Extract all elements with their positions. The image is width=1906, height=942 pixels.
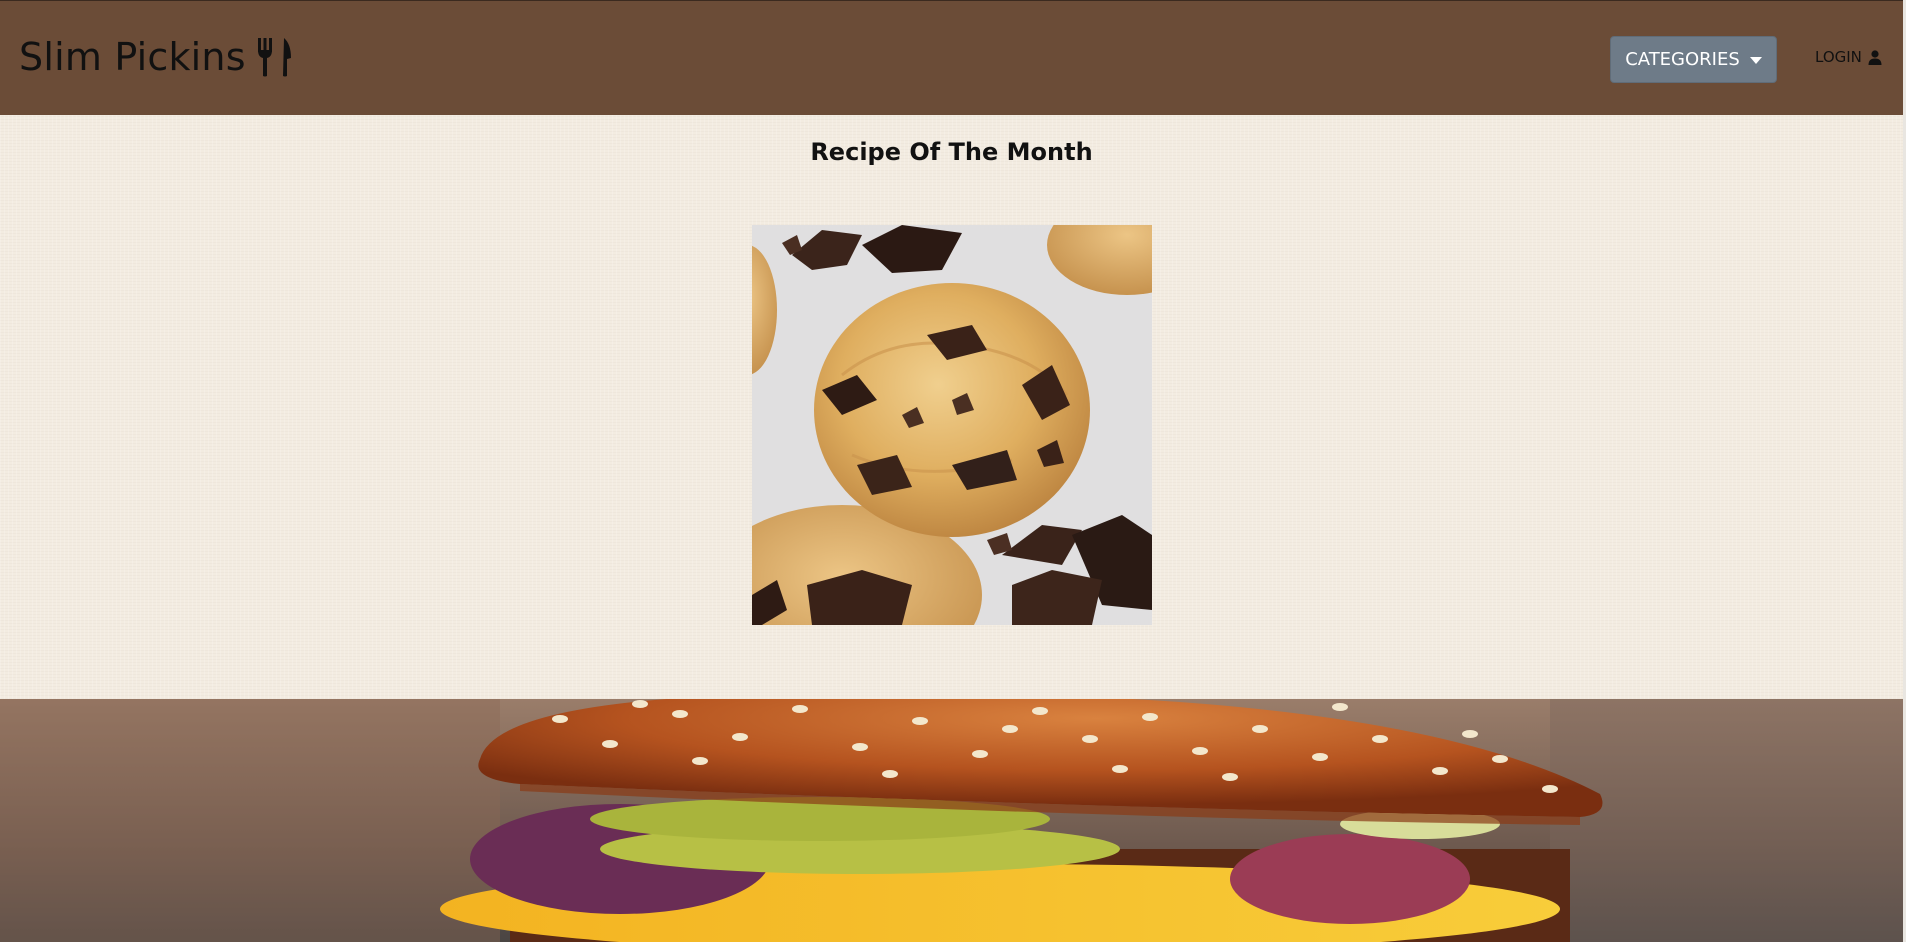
caret-down-icon	[1749, 56, 1762, 64]
login-label: LOGIN	[1815, 48, 1862, 66]
brand-link[interactable]: Slim Pickins	[19, 34, 292, 80]
hero-banner	[0, 699, 1903, 942]
featured-recipe-image[interactable]	[752, 225, 1152, 625]
categories-label: CATEGORIES	[1625, 49, 1740, 70]
user-icon	[1868, 49, 1882, 65]
brand-name: Slim Pickins	[19, 35, 246, 79]
login-link[interactable]: LOGIN	[1815, 45, 1882, 69]
section-title: Recipe Of The Month	[810, 138, 1093, 166]
categories-dropdown-button[interactable]: CATEGORIES	[1610, 36, 1777, 83]
hero-burger-image	[0, 699, 1903, 942]
navbar: Slim Pickins CATEGORIES LOGIN	[0, 0, 1903, 115]
main-section: Recipe Of The Month	[0, 115, 1903, 699]
utensils-icon	[257, 38, 291, 77]
page: Slim Pickins CATEGORIES LOGIN Recipe Of …	[0, 0, 1906, 942]
